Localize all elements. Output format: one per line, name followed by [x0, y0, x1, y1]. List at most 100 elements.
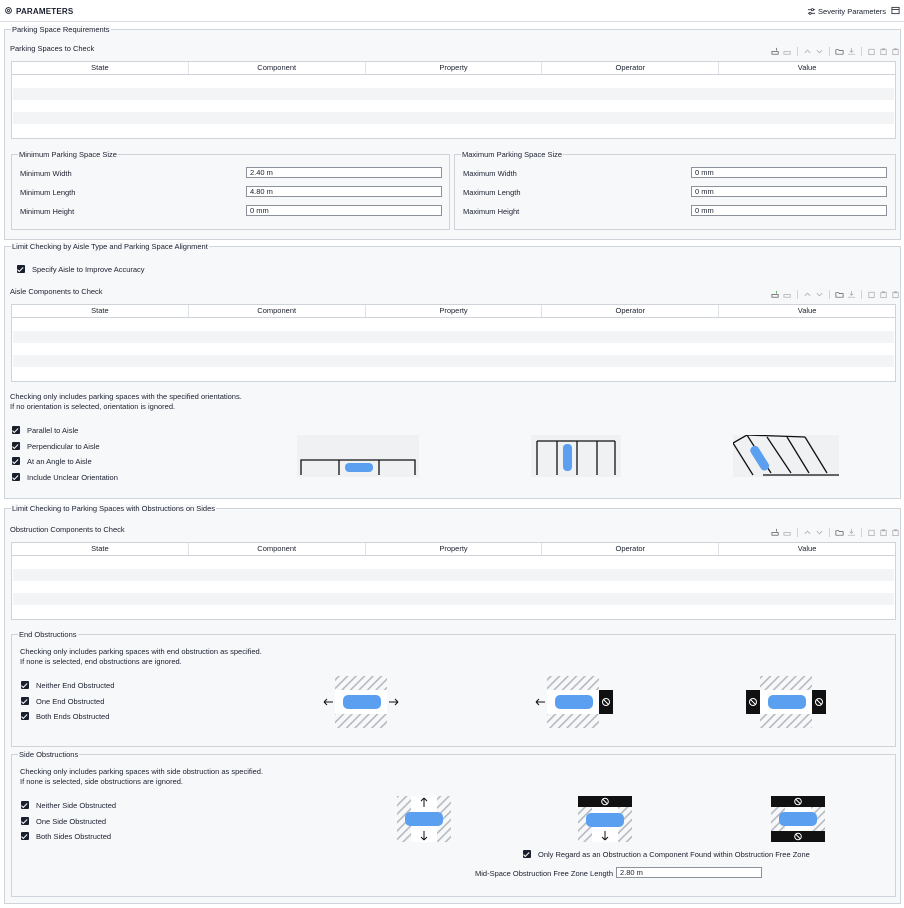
- column-state[interactable]: State: [12, 543, 189, 555]
- panel-toggle-icon[interactable]: [891, 6, 900, 15]
- table-toolbar: [771, 527, 900, 537]
- checkbox-checked[interactable]: [17, 265, 25, 273]
- both-sides-checkbox[interactable]: Both Sides Obstructed: [21, 831, 111, 841]
- paste-icon[interactable]: [879, 290, 888, 299]
- maximum-length-label: Maximum Length: [463, 188, 521, 197]
- minimum-width-field[interactable]: 2.40 m: [246, 167, 442, 178]
- chevron-down-icon[interactable]: [815, 47, 824, 56]
- minimum-length-field[interactable]: 4.80 m: [246, 186, 442, 197]
- chevron-up-icon[interactable]: [803, 290, 812, 299]
- unclear-orientation-checkbox[interactable]: Include Unclear Orientation: [12, 472, 118, 482]
- add-row-icon[interactable]: [771, 290, 780, 299]
- column-property[interactable]: Property: [366, 543, 543, 555]
- column-property[interactable]: Property: [366, 62, 543, 74]
- table-row[interactable]: [13, 331, 894, 343]
- copy-icon[interactable]: [867, 528, 876, 537]
- folder-icon[interactable]: [835, 290, 844, 299]
- one-end-checkbox[interactable]: One End Obstructed: [21, 696, 104, 706]
- paste-icon[interactable]: [879, 47, 888, 56]
- orientation-info-line1: Checking only includes parking spaces wi…: [10, 392, 242, 401]
- chevron-up-icon[interactable]: [803, 47, 812, 56]
- checkbox-checked[interactable]: [21, 697, 29, 705]
- mid-space-field[interactable]: 2.80 m: [616, 867, 762, 878]
- side-info-line2: If none is selected, side obstructions a…: [20, 777, 184, 786]
- obstruction-components-table[interactable]: State Component Property Operator Value: [11, 542, 896, 620]
- checkbox-checked[interactable]: [12, 457, 20, 465]
- clipboard-icon[interactable]: [891, 528, 900, 537]
- checkbox-checked[interactable]: [21, 817, 29, 825]
- table-title: Parking Spaces to Check: [10, 44, 95, 53]
- neither-side-checkbox[interactable]: Neither Side Obstructed: [21, 800, 116, 810]
- column-value[interactable]: Value: [719, 543, 895, 555]
- table-row[interactable]: [13, 112, 894, 124]
- mid-space-label: Mid-Space Obstruction Free Zone Length: [475, 869, 613, 878]
- checkbox-checked[interactable]: [21, 832, 29, 840]
- chevron-up-icon[interactable]: [803, 528, 812, 537]
- column-state[interactable]: State: [12, 62, 189, 74]
- folder-icon[interactable]: [835, 528, 844, 537]
- clipboard-icon[interactable]: [891, 290, 900, 299]
- neither-end-checkbox[interactable]: Neither End Obstructed: [21, 680, 114, 690]
- column-component[interactable]: Component: [189, 62, 366, 74]
- minimum-height-field[interactable]: 0 mm: [246, 205, 442, 216]
- column-operator[interactable]: Operator: [542, 543, 720, 555]
- end-obstructions-group: End Obstructions Checking only includes …: [11, 630, 896, 747]
- minimum-width-label: Minimum Width: [20, 169, 72, 178]
- parallel-checkbox[interactable]: Parallel to Aisle: [12, 425, 78, 435]
- add-row-icon[interactable]: [771, 47, 780, 56]
- one-end-illustration: [535, 676, 613, 728]
- column-operator[interactable]: Operator: [542, 305, 720, 317]
- copy-icon[interactable]: [867, 47, 876, 56]
- aisle-components-table[interactable]: State Component Property Operator Value: [11, 304, 896, 382]
- table-row[interactable]: [13, 593, 894, 605]
- chevron-down-icon[interactable]: [815, 528, 824, 537]
- folder-icon[interactable]: [835, 47, 844, 56]
- checkbox-checked[interactable]: [21, 801, 29, 809]
- specify-aisle-checkbox[interactable]: Specify Aisle to Improve Accuracy: [17, 264, 145, 274]
- free-zone-checkbox[interactable]: Only Regard as an Obstruction a Componen…: [523, 849, 810, 859]
- option-label: Neither Side Obstructed: [36, 800, 117, 810]
- paste-icon[interactable]: [879, 528, 888, 537]
- download-icon[interactable]: [847, 47, 856, 56]
- checkbox-checked[interactable]: [12, 442, 20, 450]
- severity-parameters-label: Severity Parameters: [818, 7, 886, 16]
- remove-row-icon[interactable]: [783, 47, 792, 56]
- maximum-length-field[interactable]: 0 mm: [691, 186, 887, 197]
- table-row[interactable]: [13, 569, 894, 581]
- chevron-down-icon[interactable]: [815, 290, 824, 299]
- column-component[interactable]: Component: [189, 543, 366, 555]
- clipboard-icon[interactable]: [891, 47, 900, 56]
- column-component[interactable]: Component: [189, 305, 366, 317]
- column-value[interactable]: Value: [719, 62, 895, 74]
- checkbox-checked[interactable]: [21, 681, 29, 689]
- parking-spaces-table[interactable]: State Component Property Operator Value: [11, 61, 896, 139]
- checkbox-checked[interactable]: [12, 426, 20, 434]
- table-row[interactable]: [13, 355, 894, 367]
- column-value[interactable]: Value: [719, 305, 895, 317]
- download-icon[interactable]: [847, 528, 856, 537]
- maximum-width-field[interactable]: 0 mm: [691, 167, 887, 178]
- obstruction-group: Limit Checking to Parking Spaces with Ob…: [4, 504, 901, 904]
- column-operator[interactable]: Operator: [542, 62, 720, 74]
- table-title: Obstruction Components to Check: [10, 525, 125, 534]
- column-property[interactable]: Property: [366, 305, 543, 317]
- remove-row-icon[interactable]: [783, 290, 792, 299]
- perpendicular-checkbox[interactable]: Perpendicular to Aisle: [12, 441, 100, 451]
- one-side-illustration: [578, 796, 632, 842]
- checkbox-checked[interactable]: [12, 473, 20, 481]
- option-label: Perpendicular to Aisle: [27, 441, 100, 451]
- copy-icon[interactable]: [867, 290, 876, 299]
- remove-row-icon[interactable]: [783, 528, 792, 537]
- one-side-checkbox[interactable]: One Side Obstructed: [21, 816, 106, 826]
- both-ends-checkbox[interactable]: Both Ends Obstructed: [21, 711, 109, 721]
- checkbox-checked[interactable]: [21, 712, 29, 720]
- add-row-icon[interactable]: [771, 528, 780, 537]
- severity-parameters-button[interactable]: Severity Parameters: [807, 7, 886, 16]
- download-icon[interactable]: [847, 290, 856, 299]
- checkbox-checked[interactable]: [523, 850, 531, 858]
- table-row[interactable]: [13, 88, 894, 100]
- column-state[interactable]: State: [12, 305, 189, 317]
- maximum-height-field[interactable]: 0 mm: [691, 205, 887, 216]
- end-obstructions-title: End Obstructions: [18, 630, 78, 639]
- angle-checkbox[interactable]: At an Angle to Aisle: [12, 456, 92, 466]
